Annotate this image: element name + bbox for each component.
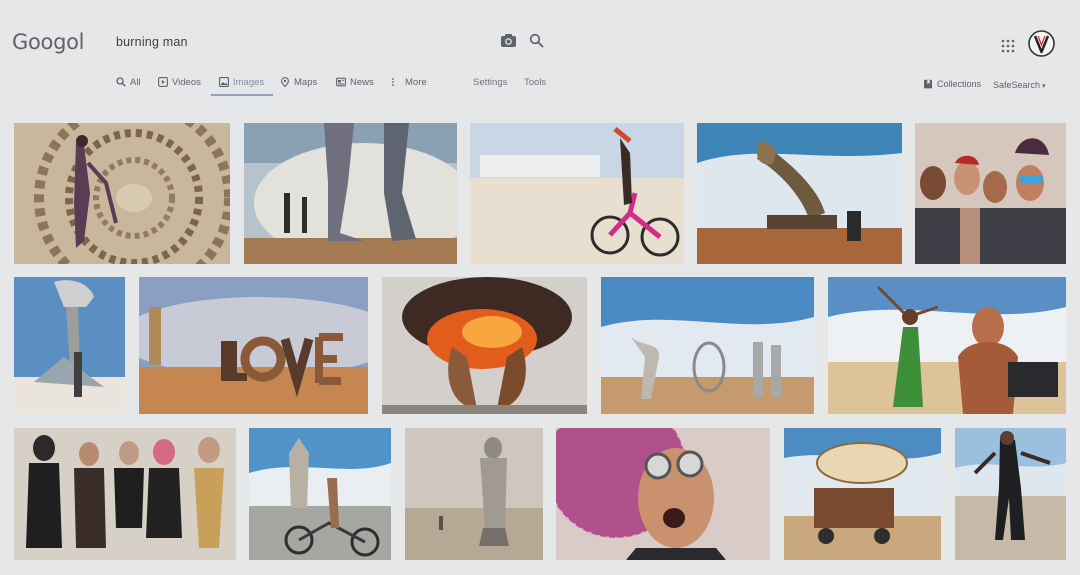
cyclist-temple-image <box>249 428 391 560</box>
image-result[interactable] <box>955 428 1066 560</box>
burning-effigy-image <box>382 277 587 414</box>
image-result[interactable] <box>139 277 368 414</box>
image-result[interactable] <box>14 277 125 414</box>
love-letters-image <box>139 277 368 414</box>
bicycle-rider-image <box>470 123 684 264</box>
playa-dancer-image <box>14 123 230 264</box>
gramophone-art-car-image <box>697 123 902 264</box>
image-result[interactable] <box>14 123 230 264</box>
umbrella-portrait-image <box>556 428 770 560</box>
image-result[interactable] <box>784 428 941 560</box>
embracing-statue-image <box>405 428 543 560</box>
image-result[interactable] <box>697 123 902 264</box>
image-result[interactable] <box>244 123 457 264</box>
image-result[interactable] <box>601 277 814 414</box>
dancer-silhouette-image <box>955 428 1066 560</box>
performers-image <box>828 277 1066 414</box>
airship-art-car-image <box>784 428 941 560</box>
image-result[interactable] <box>828 277 1066 414</box>
tall-sculpture-image <box>14 277 125 414</box>
costumed-group-image <box>14 428 236 560</box>
image-result[interactable] <box>382 277 587 414</box>
image-result[interactable] <box>249 428 391 560</box>
image-result[interactable] <box>915 123 1066 264</box>
image-result[interactable] <box>556 428 770 560</box>
image-result[interactable] <box>14 428 236 560</box>
image-result[interactable] <box>470 123 684 264</box>
image-result[interactable] <box>405 428 543 560</box>
giant-legs-sculpture-image <box>244 123 457 264</box>
desert-sculptures-image <box>601 277 814 414</box>
group-portrait-image <box>915 123 1066 264</box>
image-results-grid <box>0 0 1080 575</box>
